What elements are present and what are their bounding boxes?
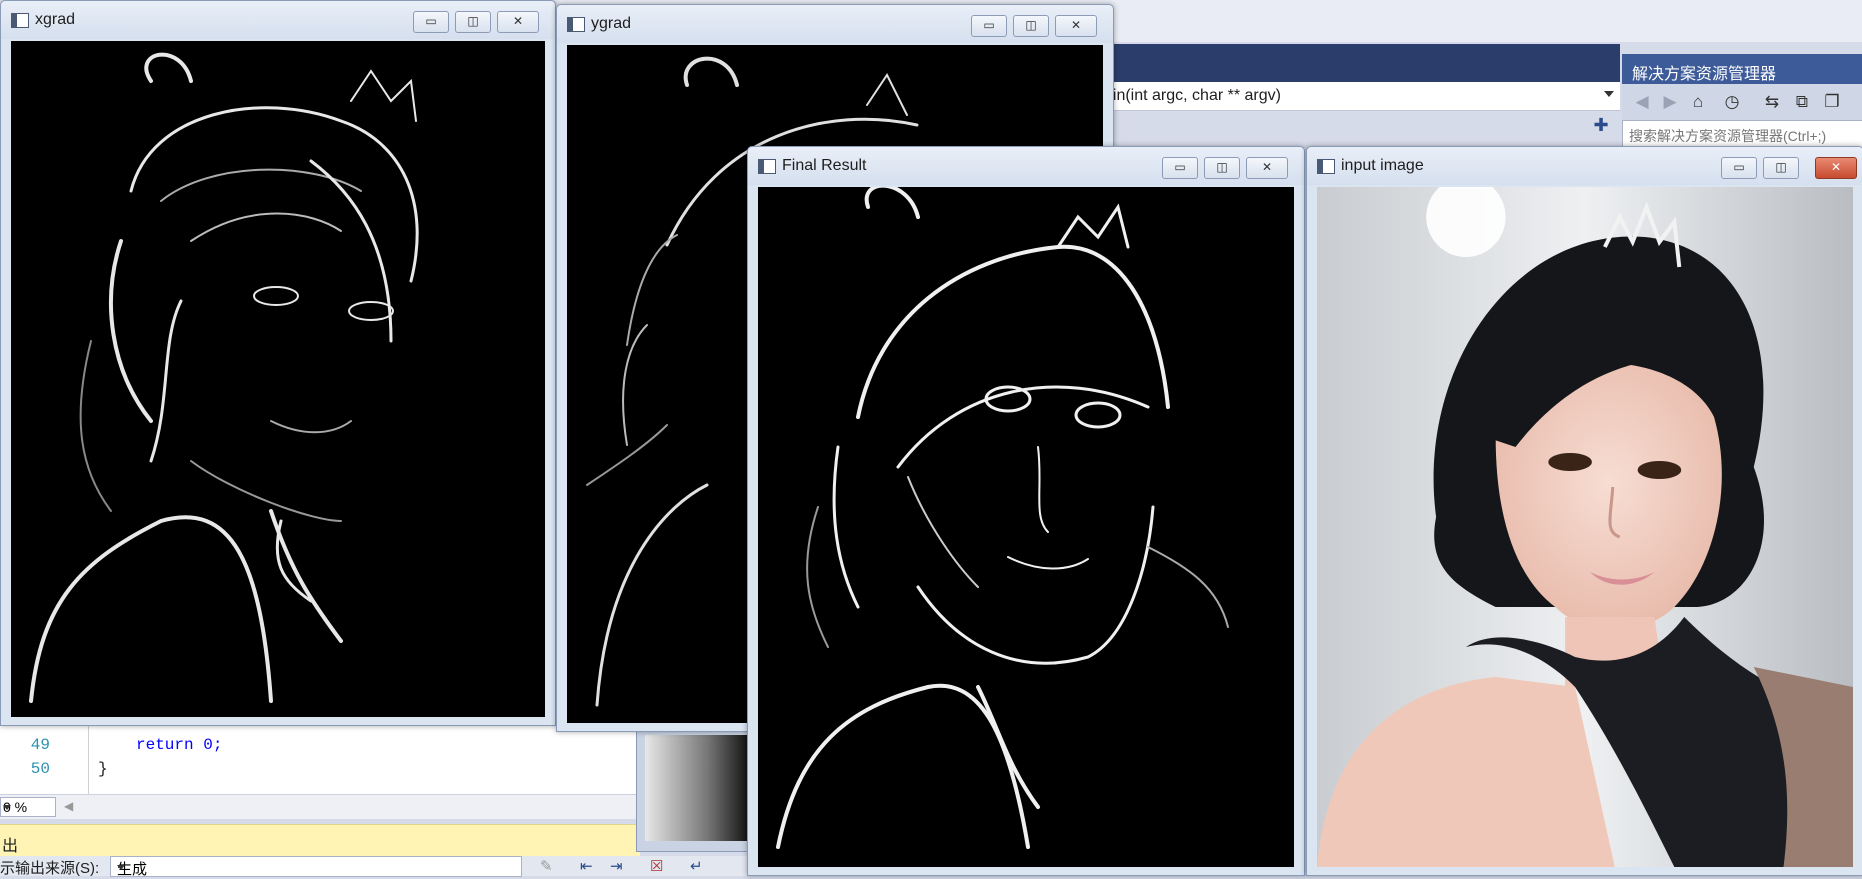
minimize-button[interactable]: ▭: [413, 11, 449, 33]
output-toolbar: 示输出来源(S): 生成 ✎ ⇤ ⇥ ☒ ↵: [0, 856, 760, 878]
solution-explorer-toolbar: ◀ ▶ ⌂ ◷ ⇆ ⧉ ❐: [1622, 84, 1862, 120]
prev-message-icon[interactable]: ⇤: [580, 857, 593, 875]
code-line: 49 return 0;: [0, 736, 640, 760]
maximize-button[interactable]: ◫: [1204, 157, 1240, 179]
chevron-down-icon[interactable]: [117, 865, 125, 870]
maximize-button[interactable]: ◫: [1013, 15, 1049, 37]
window-titlebar[interactable]: Final Result ▭ ◫ ✕: [748, 147, 1304, 185]
zoom-dropdown[interactable]: 0 %: [0, 797, 56, 817]
input-image-window[interactable]: input image ▭ ◫ ✕: [1306, 146, 1862, 876]
window-title: ygrad: [591, 15, 632, 32]
history-icon[interactable]: ◷: [1722, 92, 1742, 112]
chevron-down-icon[interactable]: [1604, 91, 1614, 97]
window-app-icon: [1317, 159, 1335, 174]
window-app-icon: [758, 159, 776, 174]
editor-status-bar: 0 % ◀: [0, 794, 640, 819]
line-number: 50: [30, 760, 50, 778]
code-text: }: [98, 760, 108, 778]
clear-all-icon[interactable]: ☒: [650, 857, 663, 875]
minimize-button[interactable]: ▭: [971, 15, 1007, 37]
code-gutter-divider: [88, 716, 89, 794]
home-icon[interactable]: ⌂: [1688, 92, 1708, 112]
portrait-photo-sketch: [1317, 187, 1853, 867]
output-source-select[interactable]: 生成: [110, 856, 522, 878]
window-titlebar[interactable]: xgrad ▭ ◫ ✕: [1, 1, 555, 39]
expand-editor-icon[interactable]: ✚: [1590, 114, 1612, 136]
code-text: return 0;: [136, 736, 223, 754]
final-result-image: [758, 187, 1294, 867]
solution-explorer-header: 解决方案资源管理器: [1622, 54, 1862, 84]
maximize-button[interactable]: ◫: [455, 11, 491, 33]
minimize-button[interactable]: ▭: [1721, 157, 1757, 179]
next-message-icon[interactable]: ⇥: [610, 857, 623, 875]
window-title: Final Result: [782, 157, 867, 174]
close-button[interactable]: ✕: [1246, 157, 1288, 179]
collapse-icon[interactable]: ⧉: [1792, 92, 1812, 112]
input-photo: [1317, 187, 1853, 867]
sync-icon[interactable]: ⇆: [1762, 92, 1782, 112]
close-button[interactable]: ✕: [1815, 157, 1857, 179]
window-titlebar[interactable]: input image ▭ ◫ ✕: [1307, 147, 1862, 185]
background-image: [645, 735, 749, 841]
line-number: 49: [30, 736, 50, 754]
xgrad-image: [11, 41, 545, 717]
code-editor[interactable]: 49 return 0; 50 }: [0, 716, 640, 794]
forward-icon[interactable]: ▶: [1660, 92, 1680, 112]
find-icon[interactable]: ✎: [540, 857, 553, 875]
back-icon[interactable]: ◀: [1632, 92, 1652, 112]
output-source-label: 示输出来源(S):: [0, 860, 100, 877]
window-app-icon: [567, 17, 585, 32]
background-image-window: [636, 730, 750, 852]
maximize-button[interactable]: ◫: [1763, 157, 1799, 179]
final-result-window[interactable]: Final Result ▭ ◫ ✕: [747, 146, 1305, 876]
window-title: input image: [1341, 157, 1424, 174]
combined-edges-sketch: [776, 187, 1229, 849]
scroll-left-icon[interactable]: ◀: [64, 799, 73, 813]
window-app-icon: [11, 13, 29, 28]
close-button[interactable]: ✕: [1055, 15, 1097, 37]
function-signature: ain(int argc, char ** argv): [1104, 87, 1281, 104]
minimize-button[interactable]: ▭: [1162, 157, 1198, 179]
gradient-edges-sketch: [29, 52, 419, 703]
solution-explorer-title: 解决方案资源管理器: [1632, 66, 1777, 83]
copy-icon[interactable]: ❐: [1822, 92, 1842, 112]
window-title: xgrad: [35, 11, 76, 28]
word-wrap-icon[interactable]: ↵: [690, 857, 703, 875]
editor-tab-bar: [1100, 44, 1620, 82]
window-titlebar[interactable]: ygrad ▭ ◫ ✕: [557, 5, 1113, 43]
code-line: 50 }: [0, 760, 640, 784]
xgrad-window[interactable]: xgrad ▭ ◫ ✕: [0, 0, 556, 726]
output-panel-header: 出: [0, 824, 640, 857]
output-panel-title: 出: [2, 838, 19, 855]
function-navigation-dropdown[interactable]: ain(int argc, char ** argv): [1100, 82, 1620, 111]
close-button[interactable]: ✕: [497, 11, 539, 33]
search-placeholder: 搜索解决方案资源管理器(Ctrl+;): [1629, 128, 1827, 144]
chevron-down-icon[interactable]: [3, 805, 11, 810]
